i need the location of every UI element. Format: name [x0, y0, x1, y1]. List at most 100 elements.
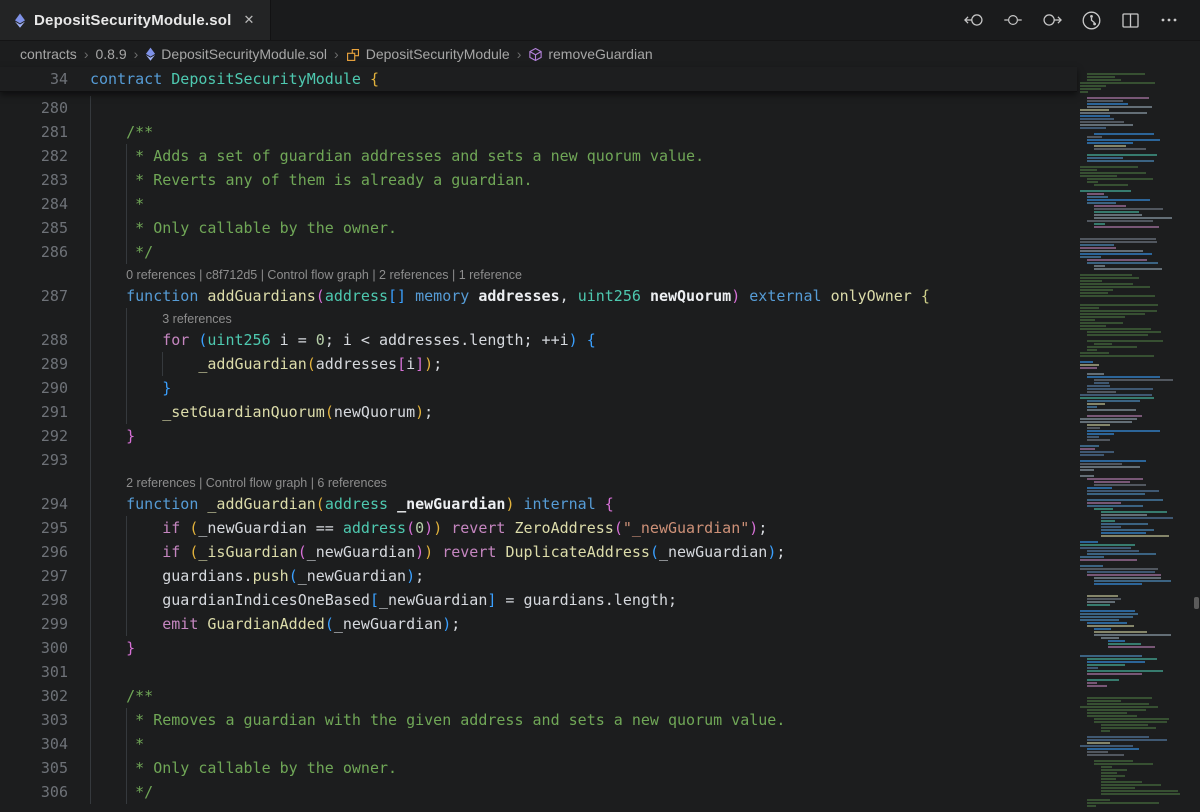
indent-guide — [126, 756, 127, 780]
editor-tab[interactable]: DepositSecurityModule.sol ✕ — [0, 0, 271, 40]
indent-guide — [90, 120, 91, 144]
minimap-line — [1080, 241, 1157, 243]
breadcrumb-separator: › — [84, 46, 89, 62]
indent-guide — [90, 684, 91, 708]
nav-back-reference-icon[interactable] — [963, 9, 985, 31]
split-editor-icon[interactable] — [1119, 9, 1141, 31]
minimap-line — [1094, 760, 1133, 762]
indent-guide — [126, 216, 127, 240]
minimap-line — [1080, 364, 1099, 366]
minimap-line — [1101, 526, 1121, 528]
minimap-line — [1087, 700, 1121, 702]
minimap-line — [1080, 292, 1108, 294]
minimap-line — [1101, 769, 1127, 771]
minimap-line — [1101, 781, 1142, 783]
code-content: if (_newGuardian == address(0)) revert Z… — [68, 516, 1077, 540]
indent-guide — [90, 612, 91, 636]
ethereum-icon — [14, 13, 26, 28]
minimap-line — [1080, 85, 1106, 87]
breadcrumb-label: contracts — [20, 46, 77, 62]
minimap-line — [1080, 322, 1123, 324]
indent-guide — [126, 328, 127, 352]
indent-guide — [162, 352, 163, 376]
minimap-line — [1080, 541, 1098, 543]
vscode-window: DepositSecurityModule.sol ✕ cont — [0, 0, 1200, 812]
code-content — [68, 660, 1077, 684]
minimap-line — [1080, 277, 1139, 279]
indent-guide — [126, 240, 127, 264]
code-content — [68, 96, 1077, 120]
control-flow-graph-icon[interactable] — [1080, 9, 1102, 31]
breadcrumb-item[interactable]: contracts — [20, 46, 77, 62]
minimap-line — [1094, 205, 1126, 207]
minimap-line — [1094, 379, 1173, 381]
minimap-line — [1080, 445, 1099, 447]
indent-guide — [90, 756, 91, 780]
code-content: guardianIndicesOneBased[_newGuardian] = … — [68, 588, 1077, 612]
breadcrumb-item[interactable]: 0.8.9 — [95, 46, 126, 62]
line-number — [0, 308, 68, 328]
nav-reference-icon[interactable] — [1002, 9, 1024, 31]
sticky-code: contract DepositSecurityModule { — [68, 67, 1077, 91]
breadcrumb-item[interactable]: DepositSecurityModule — [346, 46, 510, 62]
minimap-line — [1094, 208, 1163, 210]
minimap-line — [1080, 190, 1131, 192]
minimap-line — [1080, 256, 1101, 258]
minimap-line — [1087, 751, 1108, 753]
minimap-line — [1101, 730, 1110, 732]
line-number: 297 — [0, 564, 68, 588]
minimap-line — [1080, 547, 1131, 549]
minimap-line — [1087, 262, 1158, 264]
code-content: function _addGuardian(address _newGuardi… — [68, 492, 1077, 516]
minimap-line — [1094, 721, 1167, 723]
code-line: 288 for (uint256 i = 0; i < addresses.le… — [0, 328, 1077, 352]
minimap-line — [1087, 598, 1121, 600]
minimap-line — [1087, 748, 1139, 750]
code-line: 280 — [0, 96, 1077, 120]
minimap-line — [1087, 391, 1116, 393]
indent-guide — [126, 376, 127, 400]
minimap-line — [1080, 355, 1154, 357]
line-number: 294 — [0, 492, 68, 516]
minimap-line — [1080, 127, 1106, 129]
minimap-line — [1080, 421, 1132, 423]
scrollbar-thumb[interactable] — [1194, 597, 1199, 609]
scrollbar[interactable] — [1193, 67, 1200, 812]
minimap-line — [1094, 382, 1109, 384]
more-actions-icon[interactable] — [1158, 9, 1180, 31]
codelens[interactable]: 2 references | Control flow graph | 6 re… — [90, 473, 387, 493]
minimap-line — [1087, 739, 1167, 741]
minimap-line — [1087, 331, 1161, 333]
close-icon[interactable]: ✕ — [244, 12, 255, 28]
minimap[interactable] — [1077, 69, 1193, 812]
codelens[interactable]: 0 references | c8f712d5 | Control flow g… — [90, 265, 522, 285]
sticky-scroll-line[interactable]: 34 contract DepositSecurityModule { — [0, 67, 1077, 92]
codelens-content: 2 references | Control flow graph | 6 re… — [68, 472, 1077, 492]
breadcrumb-item[interactable]: removeGuardian — [528, 46, 652, 62]
minimap-line — [1080, 115, 1110, 117]
nav-forward-reference-icon[interactable] — [1041, 9, 1063, 31]
minimap-line — [1094, 628, 1111, 630]
code-line: 287 function addGuardians(address[] memo… — [0, 284, 1077, 308]
code-content: * Removes a guardian with the given addr… — [68, 708, 1077, 732]
minimap-line — [1080, 568, 1158, 570]
minimap-line — [1101, 775, 1125, 777]
minimap-line — [1094, 631, 1147, 633]
minimap-line — [1087, 664, 1125, 666]
codelens[interactable]: 3 references — [90, 309, 232, 329]
code-content: } — [68, 424, 1077, 448]
minimap-line — [1094, 718, 1169, 720]
minimap-line — [1101, 784, 1161, 786]
code-line: 303 * Removes a guardian with the given … — [0, 708, 1077, 732]
breadcrumb-item[interactable]: DepositSecurityModule.sol — [145, 46, 327, 62]
minimap-line — [1087, 712, 1127, 714]
minimap-line — [1080, 394, 1152, 396]
code-content: } — [68, 376, 1077, 400]
code-content: * Only callable by the owner. — [68, 756, 1077, 780]
codelens-row: 0 references | c8f712d5 | Control flow g… — [0, 264, 1077, 284]
code-content: */ — [68, 240, 1077, 264]
minimap-line — [1087, 178, 1153, 180]
code-content: _addGuardian(addresses[i]); — [68, 352, 1077, 376]
codelens-row: 2 references | Control flow graph | 6 re… — [0, 472, 1077, 492]
minimap-line — [1080, 307, 1099, 309]
